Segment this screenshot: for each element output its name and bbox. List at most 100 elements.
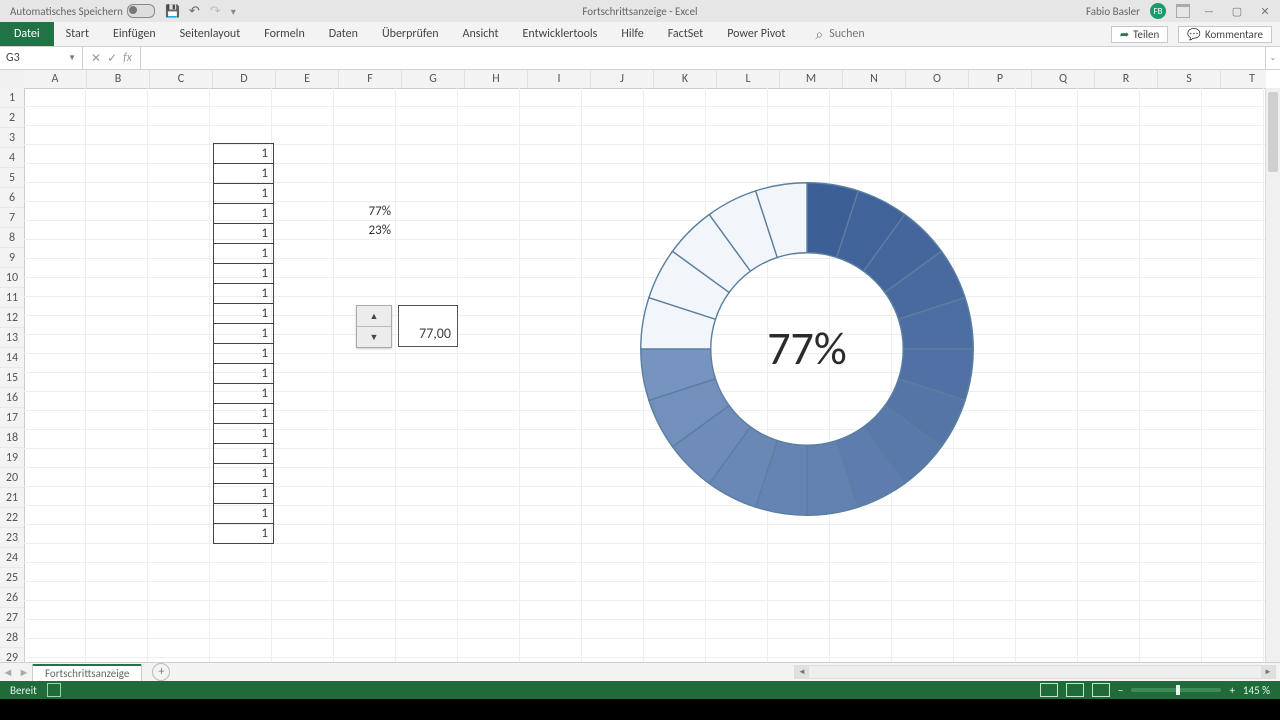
col-header-G[interactable]: G [402, 70, 465, 88]
sheet-tab-active[interactable]: Fortschrittsanzeige [32, 664, 142, 681]
row-header-4[interactable]: 4 [0, 148, 24, 168]
cell-f8[interactable]: 23% [334, 221, 396, 240]
ribbon-tab-daten[interactable]: Daten [317, 22, 370, 46]
row-header-1[interactable]: 1 [0, 88, 24, 108]
row-header-14[interactable]: 14 [0, 348, 24, 368]
fx-icon[interactable]: fx [123, 51, 132, 65]
cell-d6[interactable]: 1 [213, 183, 274, 204]
row-header-2[interactable]: 2 [0, 108, 24, 128]
cell-d15[interactable]: 1 [213, 363, 274, 384]
col-header-E[interactable]: E [276, 70, 339, 88]
autosave-toggle[interactable]: Automatisches Speichern [10, 4, 155, 18]
zoom-slider[interactable] [1131, 688, 1221, 692]
col-header-I[interactable]: I [528, 70, 591, 88]
zoom-in-button[interactable]: + [1229, 684, 1234, 697]
row-header-18[interactable]: 18 [0, 428, 24, 448]
ribbon-tab-formeln[interactable]: Formeln [252, 22, 316, 46]
row-header-20[interactable]: 20 [0, 468, 24, 488]
share-button[interactable]: Teilen [1111, 26, 1168, 43]
row-header-17[interactable]: 17 [0, 408, 24, 428]
cell-d11[interactable]: 1 [213, 283, 274, 304]
ribbon-tab-entwicklertools[interactable]: Entwicklertools [511, 22, 610, 46]
cell-d18[interactable]: 1 [213, 423, 274, 444]
cell-d7[interactable]: 1 [213, 203, 274, 224]
horizontal-scrollbar[interactable]: ◄ ► [794, 665, 1276, 679]
save-icon[interactable] [165, 4, 179, 18]
cell-d20[interactable]: 1 [213, 463, 274, 484]
row-header-26[interactable]: 26 [0, 588, 24, 608]
select-all-button[interactable] [0, 70, 25, 89]
row-header-24[interactable]: 24 [0, 548, 24, 568]
zoom-out-button[interactable]: − [1118, 684, 1123, 697]
col-header-C[interactable]: C [150, 70, 213, 88]
row-header-3[interactable]: 3 [0, 128, 24, 148]
col-header-O[interactable]: O [906, 70, 969, 88]
col-header-J[interactable]: J [591, 70, 654, 88]
cell-d8[interactable]: 1 [213, 223, 274, 244]
col-header-L[interactable]: L [717, 70, 780, 88]
col-header-D[interactable]: D [213, 70, 276, 88]
row-header-7[interactable]: 7 [0, 208, 24, 228]
view-pagelayout-icon[interactable] [1066, 683, 1084, 697]
cell-d14[interactable]: 1 [213, 343, 274, 364]
ribbon-tab-seitenlayout[interactable]: Seitenlayout [168, 22, 253, 46]
col-header-P[interactable]: P [969, 70, 1032, 88]
user-avatar[interactable]: FB [1150, 3, 1166, 19]
row-header-23[interactable]: 23 [0, 528, 24, 548]
row-header-27[interactable]: 27 [0, 608, 24, 628]
row-header-21[interactable]: 21 [0, 488, 24, 508]
cell-d16[interactable]: 1 [213, 383, 274, 404]
row-header-22[interactable]: 22 [0, 508, 24, 528]
col-header-T[interactable]: T [1221, 70, 1280, 88]
col-header-H[interactable]: H [465, 70, 528, 88]
cell-grid[interactable]: 11111111111111111111 77% 23% ▲ ▼ 77,00 7… [24, 88, 1266, 662]
name-box-dropdown-icon[interactable]: ▼ [68, 53, 76, 63]
zoom-slider-knob[interactable] [1176, 685, 1180, 695]
ribbon-tab-datei[interactable]: Datei [0, 22, 54, 46]
worksheet[interactable]: ABCDEFGHIJKLMNOPQRST 1234567891011121314… [0, 70, 1280, 662]
row-header-6[interactable]: 6 [0, 188, 24, 208]
row-header-16[interactable]: 16 [0, 388, 24, 408]
window-close-icon[interactable]: ✕ [1256, 5, 1274, 18]
row-header-9[interactable]: 9 [0, 248, 24, 268]
progress-donut-chart[interactable]: 77% [632, 174, 982, 524]
window-minimize-icon[interactable]: — [1200, 5, 1218, 18]
ribbon-search[interactable]: Suchen [815, 22, 864, 46]
view-pagebreak-icon[interactable] [1092, 683, 1110, 697]
row-header-28[interactable]: 28 [0, 628, 24, 648]
ribbon-tab-factset[interactable]: FactSet [656, 22, 715, 46]
expand-formula-bar-icon[interactable]: ⌄ [1265, 47, 1280, 69]
hscroll-right-icon[interactable]: ► [1261, 666, 1275, 678]
ribbon-tab-power pivot[interactable]: Power Pivot [715, 22, 797, 46]
row-header-8[interactable]: 8 [0, 228, 24, 248]
formula-input[interactable] [141, 47, 1265, 69]
column-headers[interactable]: ABCDEFGHIJKLMNOPQRST [24, 70, 1266, 89]
comments-button[interactable]: Kommentare [1178, 26, 1272, 43]
ribbon-options-icon[interactable] [1176, 4, 1190, 18]
row-header-5[interactable]: 5 [0, 168, 24, 188]
col-header-F[interactable]: F [339, 70, 402, 88]
cell-f7[interactable]: 77% [334, 202, 396, 221]
name-box[interactable]: G3 ▼ [0, 47, 83, 69]
ribbon-tab-einfügen[interactable]: Einfügen [101, 22, 168, 46]
enter-formula-icon[interactable]: ✓ [107, 51, 117, 66]
zoom-level[interactable]: 145 % [1243, 684, 1270, 697]
row-header-15[interactable]: 15 [0, 368, 24, 388]
cell-d21[interactable]: 1 [213, 483, 274, 504]
cell-d17[interactable]: 1 [213, 403, 274, 424]
col-header-Q[interactable]: Q [1032, 70, 1095, 88]
row-header-10[interactable]: 10 [0, 268, 24, 288]
ribbon-tab-ansicht[interactable]: Ansicht [451, 22, 511, 46]
cancel-formula-icon[interactable]: ✕ [91, 51, 101, 66]
cell-d13[interactable]: 1 [213, 323, 274, 344]
cell-d10[interactable]: 1 [213, 263, 274, 284]
autosave-switch-icon[interactable] [127, 4, 155, 18]
row-header-12[interactable]: 12 [0, 308, 24, 328]
ribbon-tab-überprüfen[interactable]: Überprüfen [370, 22, 451, 46]
cell-d5[interactable]: 1 [213, 163, 274, 184]
col-header-S[interactable]: S [1158, 70, 1221, 88]
cell-d9[interactable]: 1 [213, 243, 274, 264]
data-column-d[interactable]: 11111111111111111111 [213, 144, 274, 544]
spin-value-box[interactable]: 77,00 [398, 305, 458, 347]
tab-nav-next-icon[interactable]: ► [16, 666, 32, 679]
